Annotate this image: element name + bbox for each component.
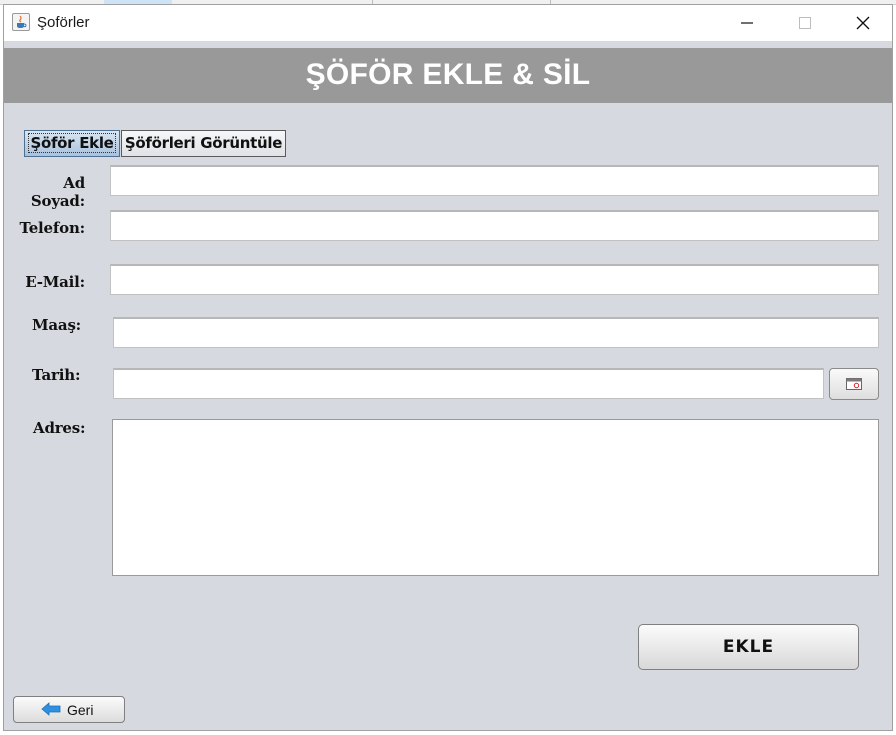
page-header: ŞÖFÖR EKLE & SİL xyxy=(4,48,892,103)
back-arrow-icon xyxy=(41,702,61,716)
tab-label: Şöför Ekle xyxy=(28,133,116,153)
ad-soyad-label: Ad Soyad: xyxy=(30,174,85,210)
close-button[interactable] xyxy=(834,5,892,41)
adres-label: Adres: xyxy=(33,419,86,437)
telefon-label: Telefon: xyxy=(19,219,85,237)
page-title: ŞÖFÖR EKLE & SİL xyxy=(305,58,591,91)
ad-soyad-input[interactable] xyxy=(110,165,879,196)
tab-sofor-ekle[interactable]: Şöför Ekle xyxy=(24,130,120,157)
maas-input[interactable] xyxy=(113,317,879,348)
date-picker-button[interactable] xyxy=(829,368,879,400)
soforler-window: Şoförler ŞÖFÖR EKLE & SİL Şöför Ekle Şöf… xyxy=(3,4,893,731)
window-title: Şoförler xyxy=(37,14,90,31)
email-input[interactable] xyxy=(110,264,879,295)
calendar-icon xyxy=(846,378,862,390)
minimize-button[interactable] xyxy=(718,5,776,41)
maximize-button[interactable] xyxy=(776,5,834,41)
maximize-icon xyxy=(799,17,811,29)
java-cup-icon[interactable] xyxy=(12,13,30,31)
tab-soforleri-goruntule[interactable]: Şöförleri Görüntüle xyxy=(121,130,286,157)
geri-button[interactable]: Geri xyxy=(13,696,125,723)
minimize-icon xyxy=(741,22,753,24)
maas-label: Maaş: xyxy=(32,316,82,334)
tarih-input[interactable] xyxy=(113,368,824,399)
geri-label: Geri xyxy=(67,702,94,718)
email-label: E-Mail: xyxy=(25,273,85,291)
telefon-input[interactable] xyxy=(110,210,879,241)
tab-label: Şöförleri Görüntüle xyxy=(124,134,283,152)
title-bar[interactable]: Şoförler xyxy=(4,5,892,41)
adres-textarea[interactable] xyxy=(112,419,879,576)
close-icon xyxy=(856,16,870,30)
tarih-label: Tarih: xyxy=(32,366,81,384)
ekle-button[interactable]: EKLE xyxy=(638,624,859,670)
